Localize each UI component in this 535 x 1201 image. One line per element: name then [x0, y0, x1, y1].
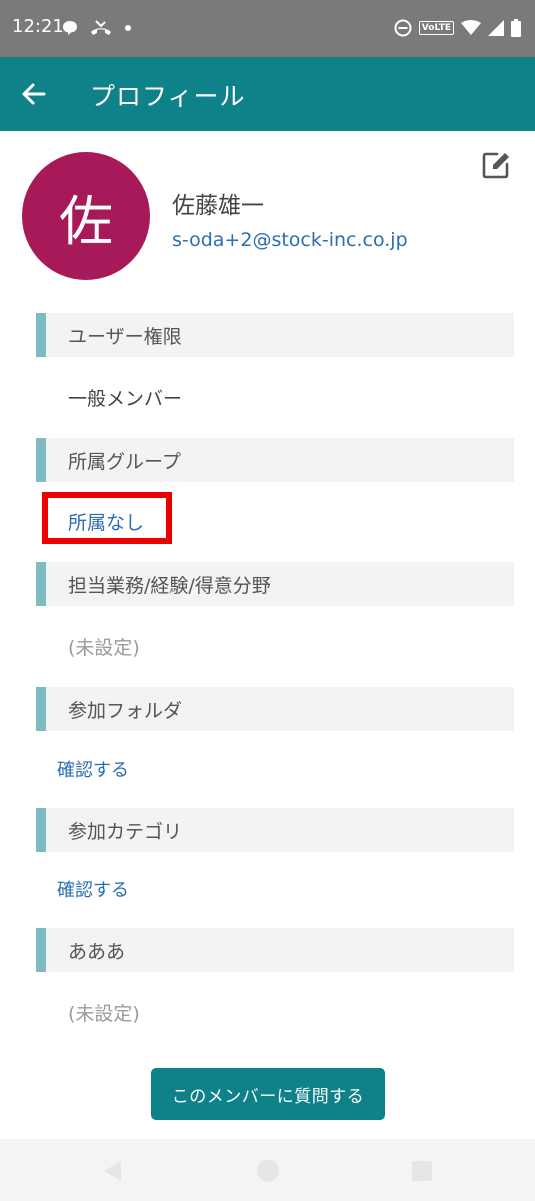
status-notification-icons	[62, 17, 132, 39]
nav-back-icon[interactable]	[101, 1159, 125, 1183]
section-label: ユーザー権限	[68, 325, 182, 348]
dot-icon	[125, 25, 131, 31]
section-header-folders: 参加フォルダ	[36, 687, 514, 731]
battery-icon	[511, 19, 521, 37]
custom-value: (未設定)	[68, 1003, 140, 1025]
ask-member-button[interactable]: このメンバーに質問する	[151, 1068, 385, 1120]
page-title: プロフィール	[90, 82, 246, 111]
message-bubble-icon	[63, 21, 77, 35]
profile-email: s-oda+2@stock-inc.co.jp	[172, 229, 408, 251]
status-time: 12:21	[12, 16, 64, 37]
section-accent-bar	[36, 562, 46, 606]
nav-home-icon[interactable]	[256, 1159, 280, 1183]
missed-call-icon	[91, 20, 111, 35]
app-bar: プロフィール	[0, 57, 535, 131]
section-accent-bar	[36, 808, 46, 852]
section-header-group: 所属グループ	[36, 438, 514, 482]
wifi-icon	[461, 20, 481, 35]
status-system-icons: VoLTE	[394, 17, 521, 39]
section-accent-bar	[36, 313, 46, 357]
section-header-responsibilities: 担当業務/経験/得意分野	[36, 562, 514, 606]
section-accent-bar	[36, 928, 46, 972]
section-label: 所属グループ	[68, 450, 181, 473]
group-value-link[interactable]: 所属なし	[68, 508, 144, 535]
folders-confirm-link[interactable]: 確認する	[57, 756, 129, 782]
avatar-initial: 佐	[59, 189, 113, 253]
section-label: 担当業務/経験/得意分野	[68, 574, 271, 597]
do-not-disturb-icon	[394, 19, 412, 37]
section-header-user-permission: ユーザー権限	[36, 313, 514, 357]
nav-recents-icon[interactable]	[410, 1159, 434, 1183]
section-accent-bar	[36, 687, 46, 731]
back-arrow-icon[interactable]	[20, 80, 48, 108]
user-permission-value: 一般メンバー	[68, 388, 183, 410]
signal-icon	[488, 20, 504, 36]
status-bar: 12:21 VoLTE	[0, 0, 535, 57]
categories-confirm-link[interactable]: 確認する	[57, 876, 129, 902]
section-header-categories: 参加カテゴリ	[36, 808, 514, 852]
edit-icon[interactable]	[481, 150, 511, 180]
section-accent-bar	[36, 438, 46, 482]
volte-badge: VoLTE	[418, 21, 454, 35]
avatar: 佐	[22, 152, 150, 280]
section-label: 参加フォルダ	[68, 699, 183, 722]
profile-name: 佐藤雄一	[172, 193, 264, 219]
section-label: あああ	[68, 940, 126, 963]
responsibilities-value: (未設定)	[68, 637, 140, 659]
section-header-custom: あああ	[36, 928, 514, 972]
section-label: 参加カテゴリ	[68, 820, 183, 843]
